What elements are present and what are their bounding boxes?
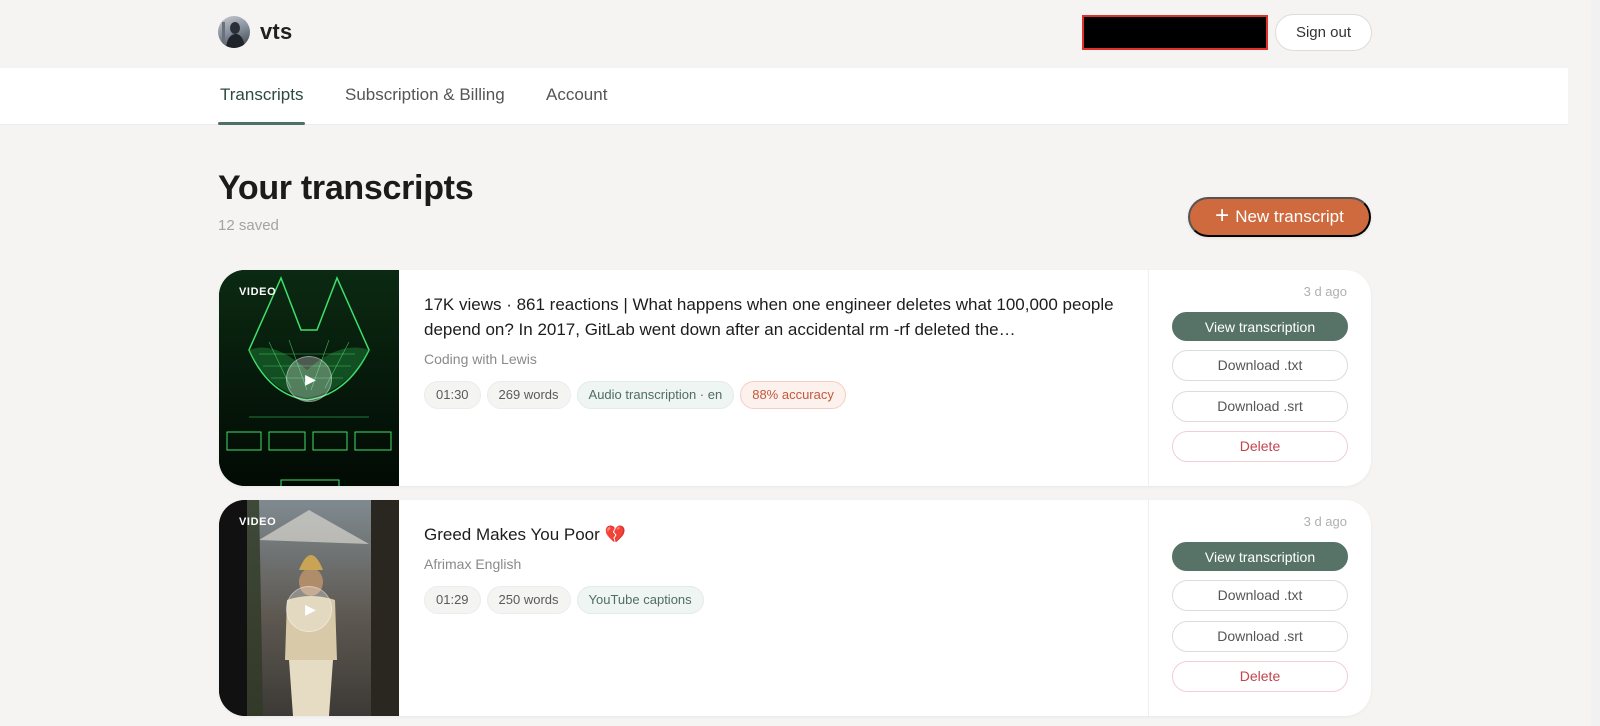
- download-srt-button[interactable]: Download .srt: [1172, 621, 1348, 652]
- avatar: [218, 16, 250, 48]
- new-transcript-button[interactable]: + New transcript: [1188, 197, 1371, 237]
- plus-icon: +: [1215, 202, 1230, 229]
- video-thumbnail[interactable]: VIDEO ▶: [219, 500, 399, 716]
- video-badge: VIDEO: [239, 516, 277, 528]
- word-count-tag: 250 words: [486, 586, 571, 614]
- accuracy-tag: 88% accuracy: [740, 381, 846, 409]
- time-ago: 3 d ago: [1303, 284, 1347, 299]
- download-txt-button[interactable]: Download .txt: [1172, 580, 1348, 611]
- channel-name: Afrimax English: [424, 556, 522, 572]
- delete-button[interactable]: Delete: [1172, 661, 1348, 692]
- transcript-title[interactable]: 17K views · 861 reactions | What happens…: [424, 292, 1114, 342]
- duration-tag: 01:29: [424, 586, 481, 614]
- channel-name: Coding with Lewis: [424, 351, 537, 367]
- play-icon[interactable]: ▶: [286, 356, 332, 402]
- transcript-title[interactable]: Greed Makes You Poor 💔: [424, 522, 1114, 547]
- transcript-card: VIDEO ▶ 17K views · 861 reactions | What…: [219, 270, 1371, 486]
- view-transcription-button[interactable]: View transcription: [1172, 312, 1348, 341]
- transcript-actions: 3 d ago View transcription Download .txt…: [1148, 500, 1371, 716]
- page-scrollbar[interactable]: [1591, 0, 1600, 726]
- transcript-info: 17K views · 861 reactions | What happens…: [424, 292, 1114, 409]
- source-tag: YouTube captions: [576, 586, 704, 614]
- top-bar: vts Sign out: [0, 0, 1568, 68]
- video-thumbnail[interactable]: VIDEO ▶: [219, 270, 399, 486]
- download-srt-button[interactable]: Download .srt: [1172, 391, 1348, 422]
- view-transcription-button[interactable]: View transcription: [1172, 542, 1348, 571]
- redacted-region: [1082, 15, 1268, 50]
- duration-tag: 01:30: [424, 381, 481, 409]
- tag-list: 01:29 250 words YouTube captions: [424, 586, 1114, 614]
- play-icon[interactable]: ▶: [286, 586, 332, 632]
- brand[interactable]: vts: [218, 16, 292, 48]
- tab-transcripts[interactable]: Transcripts: [217, 68, 306, 125]
- transcript-info: Greed Makes You Poor 💔 Afrimax English 0…: [424, 522, 1114, 614]
- tag-list: 01:30 269 words Audio transcription · en…: [424, 381, 1114, 409]
- page-title: Your transcripts: [218, 169, 474, 207]
- transcript-actions: 3 d ago View transcription Download .txt…: [1148, 270, 1371, 486]
- saved-count: 12 saved: [218, 217, 279, 234]
- new-transcript-label: New transcript: [1235, 207, 1344, 226]
- word-count-tag: 269 words: [486, 381, 571, 409]
- nav-tabs: Transcripts Subscription & Billing Accou…: [0, 68, 1568, 125]
- delete-button[interactable]: Delete: [1172, 431, 1348, 462]
- video-badge: VIDEO: [239, 286, 277, 298]
- sign-out-button[interactable]: Sign out: [1275, 14, 1372, 51]
- brand-name: vts: [260, 19, 293, 44]
- tab-subscription-billing[interactable]: Subscription & Billing: [345, 68, 505, 125]
- transcript-card: VIDEO ▶ Greed Makes You Poor 💔 Afrimax E…: [219, 500, 1371, 716]
- source-tag: Audio transcription · en: [576, 381, 735, 409]
- time-ago: 3 d ago: [1303, 514, 1347, 529]
- tab-account[interactable]: Account: [546, 68, 607, 125]
- download-txt-button[interactable]: Download .txt: [1172, 350, 1348, 381]
